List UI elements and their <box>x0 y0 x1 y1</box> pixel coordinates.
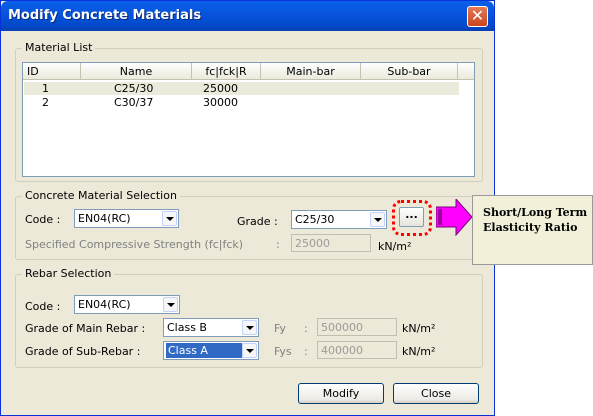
material-list-group-label: Material List <box>22 41 96 54</box>
main-rebar-value: Class B <box>167 321 207 334</box>
column-header-id[interactable]: ID <box>23 63 81 80</box>
main-rebar-select[interactable]: Class B <box>163 318 259 337</box>
fy-value: 500000 <box>321 321 363 334</box>
rebar-code-value: EN04(RC) <box>78 298 131 311</box>
column-header-fc[interactable]: fc|fck|R <box>192 63 261 80</box>
strength-unit: kN/m² <box>378 240 412 253</box>
annotation-line-1: Short/Long Term <box>483 206 588 219</box>
annotation-text: Short/Long Term Elasticity Ratio <box>483 205 591 235</box>
sub-rebar-select[interactable]: Class A <box>163 341 259 360</box>
row-fc: 30000 <box>203 96 238 109</box>
chevron-down-icon[interactable] <box>163 297 178 312</box>
row-id: 1 <box>42 82 49 95</box>
material-row[interactable]: 2 C30/37 30000 <box>24 96 459 109</box>
window-close-button[interactable]: ✕ <box>467 6 488 27</box>
grade-label: Grade : <box>237 215 278 228</box>
chevron-down-icon[interactable] <box>370 212 385 227</box>
annotation-callout: Short/Long Term Elasticity Ratio <box>472 195 593 265</box>
modify-button[interactable]: Modify <box>298 383 384 404</box>
column-header-main-bar[interactable]: Main-bar <box>261 63 361 80</box>
strength-value: 25000 <box>295 237 330 250</box>
rebar-code-select[interactable]: EN04(RC) <box>74 295 180 314</box>
material-list-header: ID Name fc|fck|R Main-bar Sub-bar <box>23 63 474 80</box>
fys-colon: : <box>304 345 308 358</box>
material-list-view[interactable]: ID Name fc|fck|R Main-bar Sub-bar 1 C25/… <box>22 62 475 177</box>
fy-unit: kN/m² <box>402 322 436 335</box>
fy-field: 500000 <box>317 318 397 336</box>
strength-colon: : <box>276 238 280 251</box>
close-button[interactable]: Close <box>393 383 479 404</box>
grade-value: C25/30 <box>295 213 335 226</box>
row-id: 2 <box>42 96 49 109</box>
concrete-code-label: Code : <box>25 213 61 226</box>
concrete-code-select[interactable]: EN04(RC) <box>74 209 179 228</box>
material-row[interactable]: 1 C25/30 25000 <box>24 82 459 95</box>
fys-field: 400000 <box>317 341 397 359</box>
sub-rebar-value: Class A <box>166 343 242 358</box>
fy-label: Fy <box>274 322 286 335</box>
fys-unit: kN/m² <box>402 345 436 358</box>
pointer-arrow <box>436 199 472 236</box>
rebar-selection-group-label: Rebar Selection <box>22 267 115 280</box>
annotation-line-2: Elasticity Ratio <box>483 221 578 234</box>
highlight-circle <box>392 200 432 236</box>
modify-concrete-materials-dialog: Modify Concrete Materials ✕ Material Lis… <box>0 0 495 416</box>
fy-colon: : <box>304 322 308 335</box>
chevron-down-icon[interactable] <box>242 320 257 335</box>
row-name: C25/30 <box>114 82 154 95</box>
sub-rebar-label: Grade of Sub-Rebar : <box>25 345 141 358</box>
chevron-down-icon[interactable] <box>242 343 257 358</box>
grade-select[interactable]: C25/30 <box>291 210 387 229</box>
rebar-code-label: Code : <box>25 300 61 313</box>
window-title: Modify Concrete Materials <box>8 8 202 23</box>
title-bar[interactable]: Modify Concrete Materials ✕ <box>1 1 494 31</box>
chevron-down-icon[interactable] <box>162 211 177 226</box>
concrete-code-value: EN04(RC) <box>78 212 131 225</box>
main-rebar-label: Grade of Main Rebar : <box>25 322 146 335</box>
column-header-name[interactable]: Name <box>81 63 192 80</box>
row-name: C30/37 <box>114 96 154 109</box>
strength-label: Specified Compressive Strength (fc|fck) <box>25 238 244 251</box>
fys-value: 400000 <box>321 344 363 357</box>
row-fc: 25000 <box>203 82 238 95</box>
strength-field: 25000 <box>291 234 371 252</box>
fys-label: Fys <box>274 345 292 358</box>
column-header-sub-bar[interactable]: Sub-bar <box>361 63 458 80</box>
concrete-selection-group-label: Concrete Material Selection <box>22 189 180 202</box>
